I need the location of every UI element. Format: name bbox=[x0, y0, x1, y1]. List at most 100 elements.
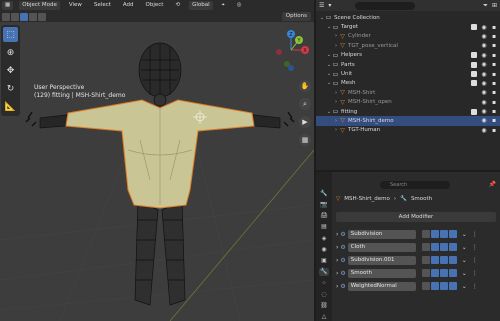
modifier-menu-icon[interactable]: ⌄ bbox=[462, 270, 467, 277]
render-tab-icon[interactable]: 📷 bbox=[319, 200, 329, 208]
pan-hand-icon[interactable]: ✋ bbox=[299, 80, 311, 92]
modifier-menu-icon[interactable]: ⌄ bbox=[462, 231, 467, 238]
cage-toggle-icon[interactable] bbox=[448, 282, 457, 290]
viewport-toggle-icon[interactable] bbox=[430, 256, 439, 264]
outliner-row[interactable]: › ▽ MSH-Shirt_open ◉ ▪ bbox=[316, 98, 500, 107]
eye-icon[interactable]: ◉ bbox=[481, 99, 487, 106]
outliner-row[interactable]: › ▽ MSH-Shirt ◉ ▪ bbox=[316, 88, 500, 97]
outliner-row[interactable]: ⌄ ▭ fitting ◉ ▪ bbox=[316, 107, 500, 116]
camera-render-icon[interactable]: ▪ bbox=[491, 24, 497, 31]
drag-handle-icon[interactable]: ⋮ bbox=[472, 283, 478, 290]
transform-orientation-select[interactable]: Global bbox=[189, 1, 213, 10]
outliner-row[interactable]: ⌄ ▭ Target ◉ ▪ bbox=[316, 22, 500, 31]
eye-icon[interactable]: ◉ bbox=[481, 61, 487, 68]
particles-tab-icon[interactable]: ⁘ bbox=[319, 279, 329, 287]
drag-handle-icon[interactable]: ⋮ bbox=[472, 257, 478, 264]
modifier-tab-icon[interactable]: 🔧 bbox=[319, 267, 329, 276]
data-tab-icon[interactable]: △ bbox=[319, 313, 329, 321]
outliner-row[interactable]: ⌄ ▭ Parts ◉ ▪ bbox=[316, 60, 500, 69]
drag-handle-icon[interactable]: ⋮ bbox=[472, 244, 478, 251]
modifier-panel[interactable]: › ⚙ WeightedNormal ⌄ ⋮ bbox=[336, 281, 496, 291]
rotate-tool-icon[interactable]: ↻ bbox=[3, 81, 18, 96]
eye-icon[interactable]: ◉ bbox=[481, 24, 487, 31]
expand-chevron-icon[interactable]: › bbox=[336, 244, 338, 251]
properties-search-input[interactable]: Search bbox=[380, 181, 450, 189]
render-toggle-icon[interactable] bbox=[439, 230, 448, 238]
snap-icon[interactable]: ⌖ bbox=[219, 1, 228, 10]
cage-toggle-icon[interactable] bbox=[448, 230, 457, 238]
tool-tab-icon[interactable]: 🔧 bbox=[319, 189, 329, 197]
menu-object[interactable]: Object bbox=[143, 1, 167, 10]
display-mode-icon[interactable]: ▾ bbox=[328, 2, 331, 9]
select-invert-icon[interactable] bbox=[29, 12, 37, 21]
outliner-editor-icon[interactable]: ☰ bbox=[319, 2, 324, 9]
viewport-toggle-icon[interactable] bbox=[430, 230, 439, 238]
select-mode-icon[interactable] bbox=[2, 12, 10, 21]
exclude-checkbox[interactable] bbox=[471, 24, 477, 31]
expand-chevron-icon[interactable]: › bbox=[336, 270, 338, 277]
render-toggle-icon[interactable] bbox=[439, 282, 448, 290]
camera-render-icon[interactable]: ▪ bbox=[491, 99, 497, 106]
modifier-name-field[interactable]: Subdivision.001 bbox=[347, 255, 416, 265]
exclude-checkbox[interactable] bbox=[471, 52, 477, 59]
exclude-checkbox[interactable] bbox=[471, 108, 477, 115]
select-extend-icon[interactable] bbox=[11, 12, 19, 21]
3d-viewport[interactable]: ▦ Object Mode View Select Add Object ⟲ G… bbox=[0, 0, 314, 321]
menu-view[interactable]: View bbox=[66, 1, 85, 10]
measure-tool-icon[interactable]: 📐 bbox=[3, 99, 18, 114]
camera-render-icon[interactable]: ▪ bbox=[491, 89, 497, 96]
exclude-checkbox[interactable] bbox=[471, 80, 477, 87]
outliner-row[interactable]: › ▽ MSH-Shirt_demo ◉ ▪ bbox=[316, 116, 500, 126]
outliner-row[interactable]: ⌄ ▭ Unit ◉ ▪ bbox=[316, 69, 500, 78]
expand-chevron-icon[interactable]: › bbox=[336, 257, 338, 264]
object-tab-icon[interactable]: ▣ bbox=[319, 257, 329, 265]
exclude-checkbox[interactable] bbox=[471, 61, 477, 68]
camera-render-icon[interactable]: ▪ bbox=[491, 42, 497, 49]
eye-icon[interactable]: ◉ bbox=[481, 117, 487, 124]
view-layer-tab-icon[interactable]: ▤ bbox=[319, 223, 329, 231]
menu-add[interactable]: Add bbox=[120, 1, 137, 10]
editmode-toggle-icon[interactable] bbox=[421, 282, 430, 290]
editor-type-icon[interactable]: ▦ bbox=[2, 1, 14, 10]
eye-icon[interactable]: ◉ bbox=[481, 80, 487, 87]
zoom-icon[interactable]: ⌕ bbox=[299, 98, 311, 110]
modifier-name-field[interactable]: Subdivision bbox=[347, 229, 416, 239]
camera-render-icon[interactable]: ▪ bbox=[491, 127, 497, 134]
select-intersect-icon[interactable] bbox=[38, 12, 46, 21]
modifier-panel[interactable]: › ⚙ Subdivision.001 ⌄ ⋮ bbox=[336, 255, 496, 265]
drag-handle-icon[interactable]: ⋮ bbox=[472, 270, 478, 277]
cursor-tool-icon[interactable]: ⊕ bbox=[3, 45, 18, 60]
eye-icon[interactable]: ◉ bbox=[481, 108, 487, 115]
modifier-name-field[interactable]: Smooth bbox=[347, 268, 416, 278]
editmode-toggle-icon[interactable] bbox=[421, 243, 430, 251]
eye-icon[interactable]: ◉ bbox=[481, 33, 487, 40]
outliner-row[interactable]: ⌄ ▭ Scene Collection bbox=[316, 13, 500, 22]
output-tab-icon[interactable]: 🖨 bbox=[319, 212, 329, 220]
camera-render-icon[interactable]: ▪ bbox=[491, 108, 497, 115]
expand-chevron-icon[interactable]: › bbox=[336, 283, 338, 290]
outliner-row[interactable]: ⌄ ▭ Mesh ◉ ▪ bbox=[316, 79, 500, 88]
outliner-row[interactable]: › ▽ Cylinder ◉ ▪ bbox=[316, 32, 500, 41]
move-tool-icon[interactable]: ✥ bbox=[3, 63, 18, 78]
camera-render-icon[interactable]: ▪ bbox=[491, 71, 497, 78]
camera-render-icon[interactable]: ▪ bbox=[491, 80, 497, 87]
modifier-panel[interactable]: › ⚙ Cloth ⌄ ⋮ bbox=[336, 242, 496, 252]
eye-icon[interactable]: ◉ bbox=[481, 127, 487, 134]
modifier-panel[interactable]: › ⚙ Smooth ⌄ ⋮ bbox=[336, 268, 496, 278]
outliner-search-input[interactable] bbox=[355, 1, 416, 10]
scene-tab-icon[interactable]: ◈ bbox=[319, 234, 329, 242]
transform-pivot-icon[interactable]: ⟲ bbox=[172, 1, 183, 10]
eye-icon[interactable]: ◉ bbox=[481, 89, 487, 96]
cage-toggle-icon[interactable] bbox=[448, 256, 457, 264]
modifier-name-field[interactable]: Cloth bbox=[347, 242, 416, 252]
render-toggle-icon[interactable] bbox=[439, 269, 448, 277]
options-button[interactable]: Options bbox=[281, 12, 311, 21]
editmode-toggle-icon[interactable] bbox=[421, 256, 430, 264]
navigation-gizmo[interactable]: X Z Y bbox=[271, 28, 311, 78]
camera-render-icon[interactable]: ▪ bbox=[491, 33, 497, 40]
editmode-toggle-icon[interactable] bbox=[421, 230, 430, 238]
eye-icon[interactable]: ◉ bbox=[481, 52, 487, 59]
render-toggle-icon[interactable] bbox=[439, 256, 448, 264]
editmode-toggle-icon[interactable] bbox=[421, 269, 430, 277]
proportional-edit-icon[interactable]: ◎ bbox=[234, 1, 245, 10]
